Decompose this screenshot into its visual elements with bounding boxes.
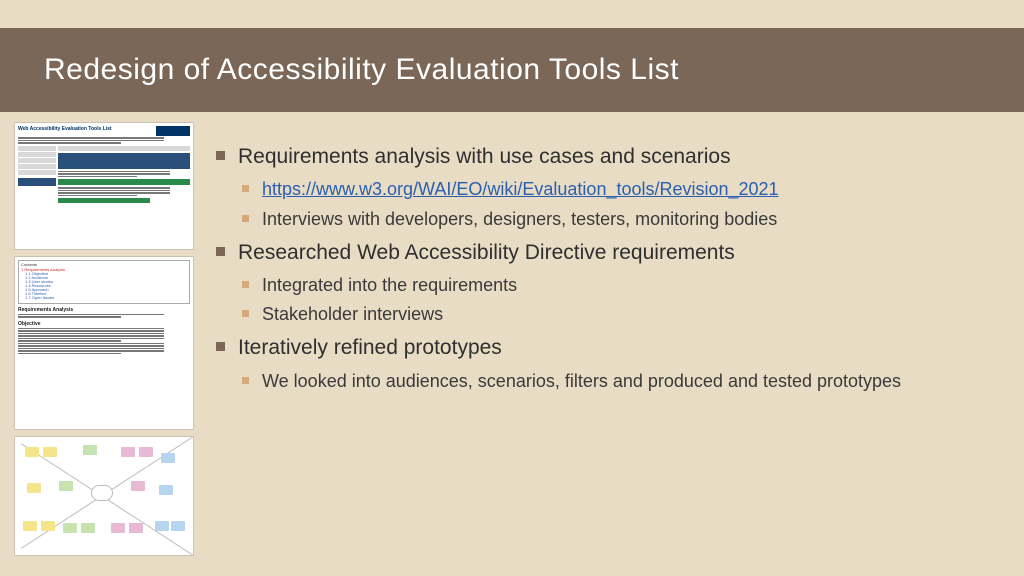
slide-title: Redesign of Accessibility Evaluation Too… [44, 53, 679, 87]
content-area: Requirements analysis with use cases and… [216, 142, 996, 400]
thumb1-heading: Web Accessibility Evaluation Tools List [18, 126, 112, 136]
bullet-label: Requirements analysis with use cases and… [238, 145, 731, 168]
sub-bullet-item: https://www.w3.org/WAI/EO/wiki/Evaluatio… [238, 176, 996, 202]
w3c-logo [156, 126, 190, 136]
thumb2-heading-1: Requirements Analysis [18, 307, 190, 313]
bullet-label: Researched Web Accessibility Directive r… [238, 241, 735, 264]
slide: Redesign of Accessibility Evaluation Too… [0, 0, 1024, 576]
thumb2-toc: Contents 1 Requirements Analysis 1.1 Obj… [18, 260, 190, 304]
toc-item: 1.7 Open Issues [21, 297, 187, 301]
thumbnail-column: Web Accessibility Evaluation Tools List [14, 122, 194, 562]
bullet-item: Researched Web Accessibility Directive r… [216, 238, 996, 328]
thumbnail-requirements-wiki: Contents 1 Requirements Analysis 1.1 Obj… [14, 256, 194, 430]
bullet-list: Requirements analysis with use cases and… [216, 142, 996, 394]
sub-bullet-list: Integrated into the requirements Stakehol… [238, 272, 996, 327]
thumbnail-affinity-board [14, 436, 194, 556]
sub-bullet-list: https://www.w3.org/WAI/EO/wiki/Evaluatio… [238, 176, 996, 231]
thumb2-heading-2: Objective [18, 321, 190, 327]
reference-link[interactable]: https://www.w3.org/WAI/EO/wiki/Evaluatio… [262, 179, 779, 199]
thumbnail-tools-list: Web Accessibility Evaluation Tools List [14, 122, 194, 250]
sub-bullet-item: Integrated into the requirements [238, 272, 996, 298]
sub-bullet-list: We looked into audiences, scenarios, fil… [238, 368, 996, 394]
bullet-item: Iteratively refined prototypes We looked … [216, 333, 996, 394]
bullet-label: Iteratively refined prototypes [238, 336, 502, 359]
sub-bullet-item: Stakeholder interviews [238, 301, 996, 327]
sub-bullet-item: We looked into audiences, scenarios, fil… [238, 368, 996, 394]
sub-bullet-item: Interviews with developers, designers, t… [238, 206, 996, 232]
title-band: Redesign of Accessibility Evaluation Too… [0, 28, 1024, 112]
bullet-item: Requirements analysis with use cases and… [216, 142, 996, 232]
